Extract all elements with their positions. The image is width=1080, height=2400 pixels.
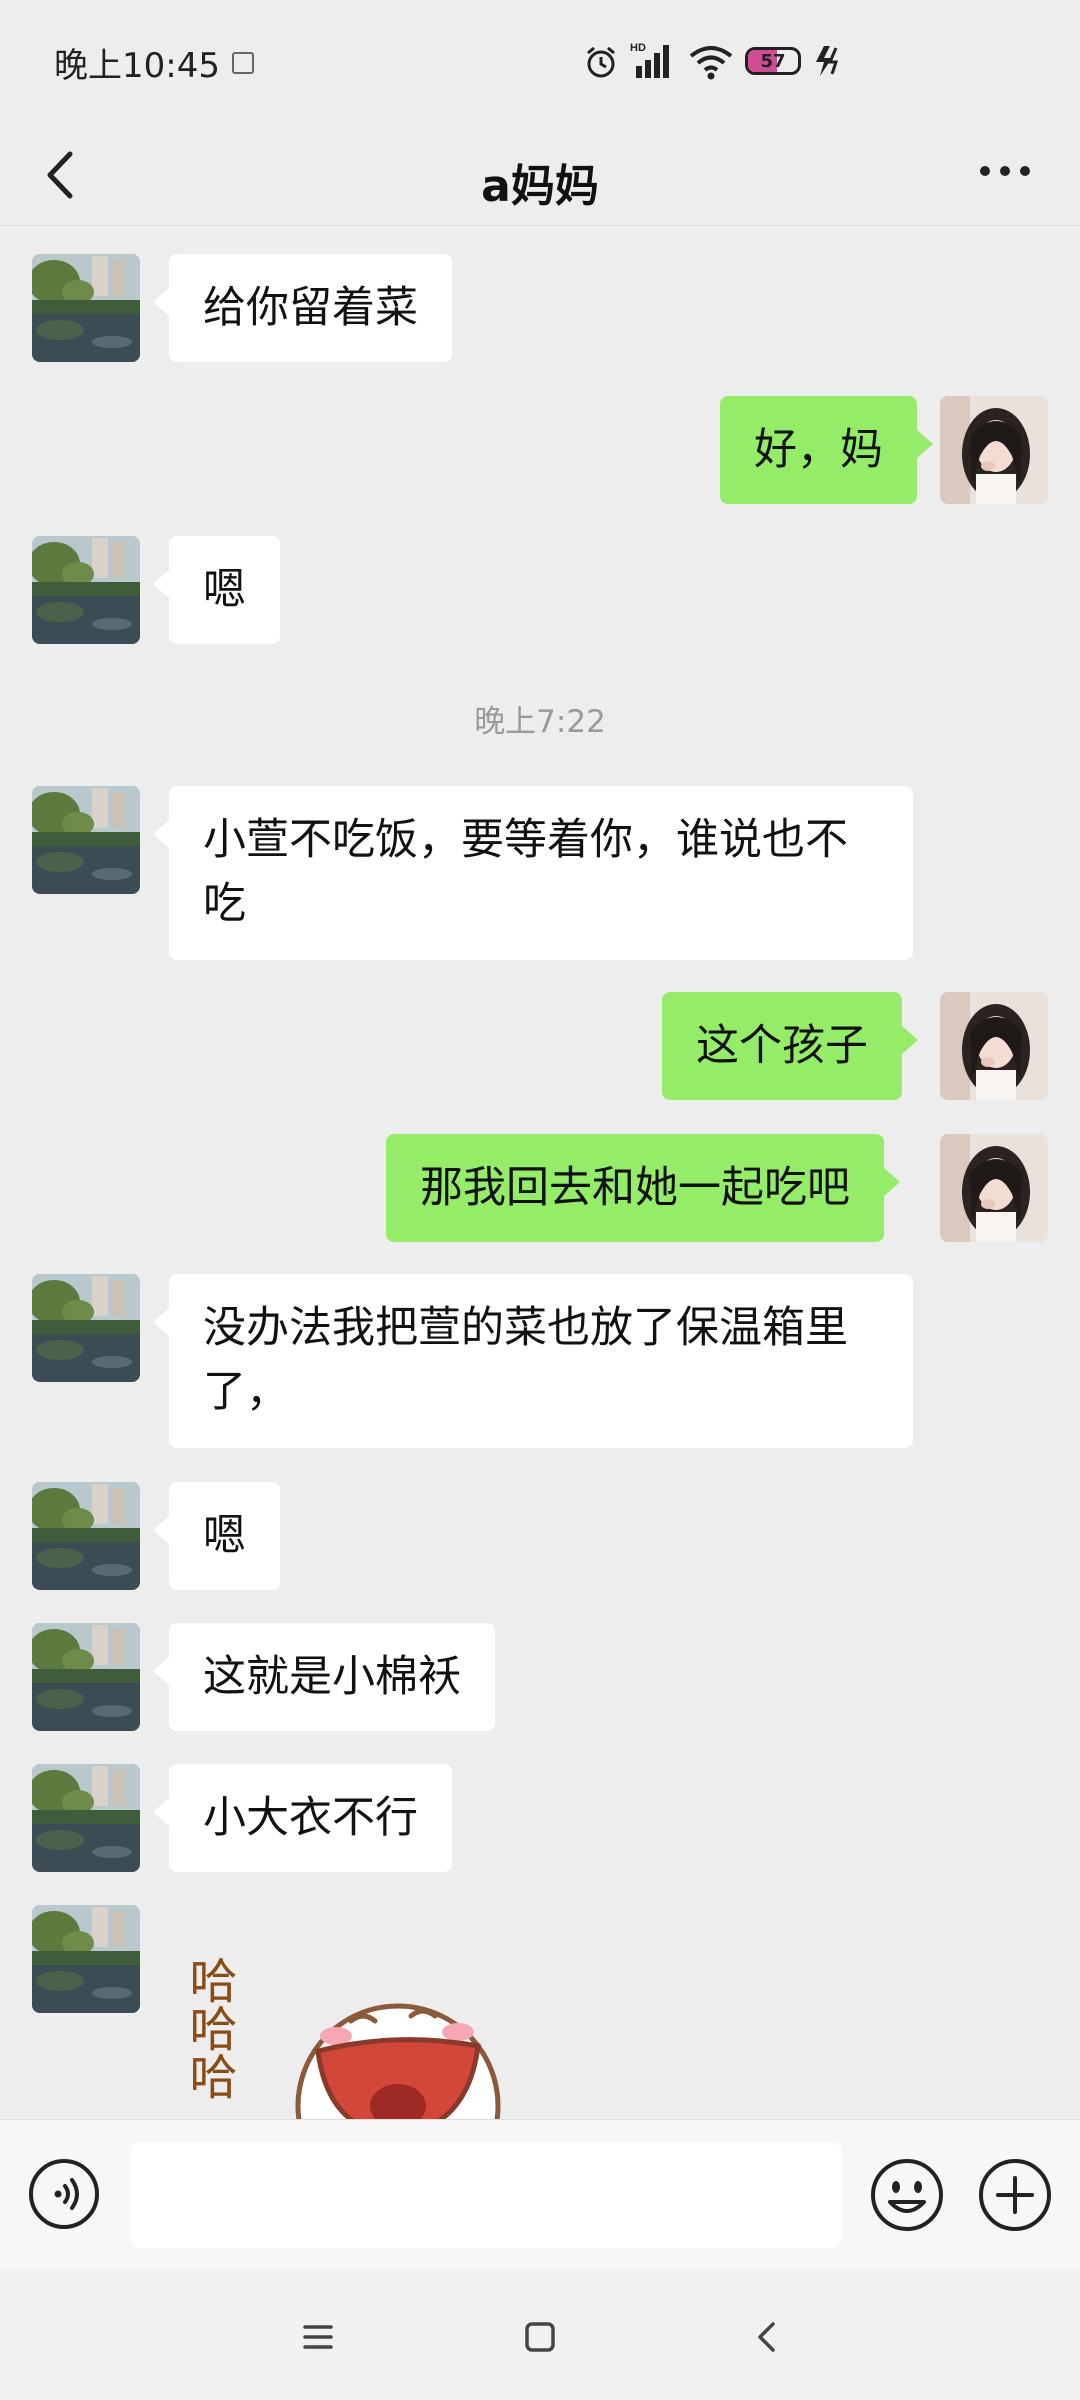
voice-button[interactable] bbox=[28, 2158, 100, 2230]
status-bar: 晚上10:45 HD 57 bbox=[0, 0, 1080, 130]
input-bar bbox=[0, 2119, 1080, 2270]
emoji-icon bbox=[871, 2159, 943, 2231]
message-bubble-outgoing[interactable]: 这个孩子 bbox=[662, 992, 918, 1100]
menu-icon bbox=[303, 2325, 333, 2349]
more-functions-button[interactable] bbox=[978, 2158, 1052, 2232]
home-button[interactable] bbox=[510, 2307, 570, 2367]
message-bubble-outgoing[interactable]: 好，妈 bbox=[720, 396, 933, 504]
battery-level: 57 bbox=[760, 50, 786, 72]
emoji-button[interactable] bbox=[870, 2158, 944, 2232]
alarm-icon bbox=[587, 46, 615, 78]
notification-icon bbox=[232, 52, 254, 74]
back-icon bbox=[758, 2322, 775, 2352]
voice-icon bbox=[29, 2159, 99, 2229]
wifi-icon bbox=[689, 46, 733, 80]
contact-avatar[interactable] bbox=[32, 1905, 140, 2013]
contact-avatar[interactable] bbox=[32, 254, 140, 362]
recents-button[interactable] bbox=[288, 2307, 348, 2367]
message-input[interactable] bbox=[130, 2142, 842, 2248]
chat-title: a妈妈 bbox=[481, 161, 599, 212]
message-bubble-incoming[interactable]: 这就是小棉袄 bbox=[153, 1623, 495, 1731]
chat-header: a妈妈 bbox=[0, 130, 1080, 226]
message-bubble-outgoing[interactable]: 那我回去和她一起吃吧 bbox=[386, 1134, 900, 1242]
message-bubble-incoming[interactable]: 嗯 bbox=[153, 536, 280, 644]
self-avatar[interactable] bbox=[940, 1134, 1048, 1242]
chat-area[interactable]: 给你留着菜 好，妈 嗯 晚上7:22 小萱不吃饭，要等着你，谁说也不吃 这个孩子… bbox=[0, 226, 1080, 2119]
laughing-sticker[interactable]: 哈哈哈 bbox=[168, 1916, 508, 2119]
self-avatar[interactable] bbox=[940, 992, 1048, 1100]
contact-avatar[interactable] bbox=[32, 1482, 140, 1590]
message-bubble-incoming[interactable]: 给你留着菜 bbox=[153, 254, 452, 362]
contact-avatar[interactable] bbox=[32, 1623, 140, 1731]
message-bubble-incoming[interactable]: 没办法我把萱的菜也放了保温箱里了， bbox=[153, 1274, 913, 1448]
contact-avatar[interactable] bbox=[32, 1274, 140, 1382]
system-back-button[interactable] bbox=[738, 2307, 798, 2367]
status-time: 晚上10:45 bbox=[54, 46, 220, 86]
message-bubble-incoming[interactable]: 嗯 bbox=[153, 1482, 280, 1590]
contact-avatar[interactable] bbox=[32, 1764, 140, 1872]
svg-text:HD: HD bbox=[630, 42, 646, 54]
sticker-text: 哈哈哈 bbox=[182, 1956, 235, 2100]
contact-avatar[interactable] bbox=[32, 536, 140, 644]
more-button[interactable] bbox=[960, 140, 1050, 210]
contact-avatar[interactable] bbox=[32, 786, 140, 894]
battery-icon: 57 bbox=[745, 47, 801, 75]
charging-icon bbox=[816, 46, 839, 76]
self-avatar[interactable] bbox=[940, 396, 1048, 504]
plus-icon bbox=[979, 2159, 1051, 2231]
message-bubble-incoming[interactable]: 小萱不吃饭，要等着你，谁说也不吃 bbox=[153, 786, 913, 960]
system-nav-bar bbox=[0, 2269, 1080, 2400]
message-bubble-incoming[interactable]: 小大衣不行 bbox=[153, 1764, 452, 1872]
home-icon bbox=[525, 2322, 555, 2352]
more-icon bbox=[980, 166, 1030, 176]
message-timestamp: 晚上7:22 bbox=[474, 704, 606, 740]
hd-signal-icon: HD bbox=[630, 42, 669, 78]
